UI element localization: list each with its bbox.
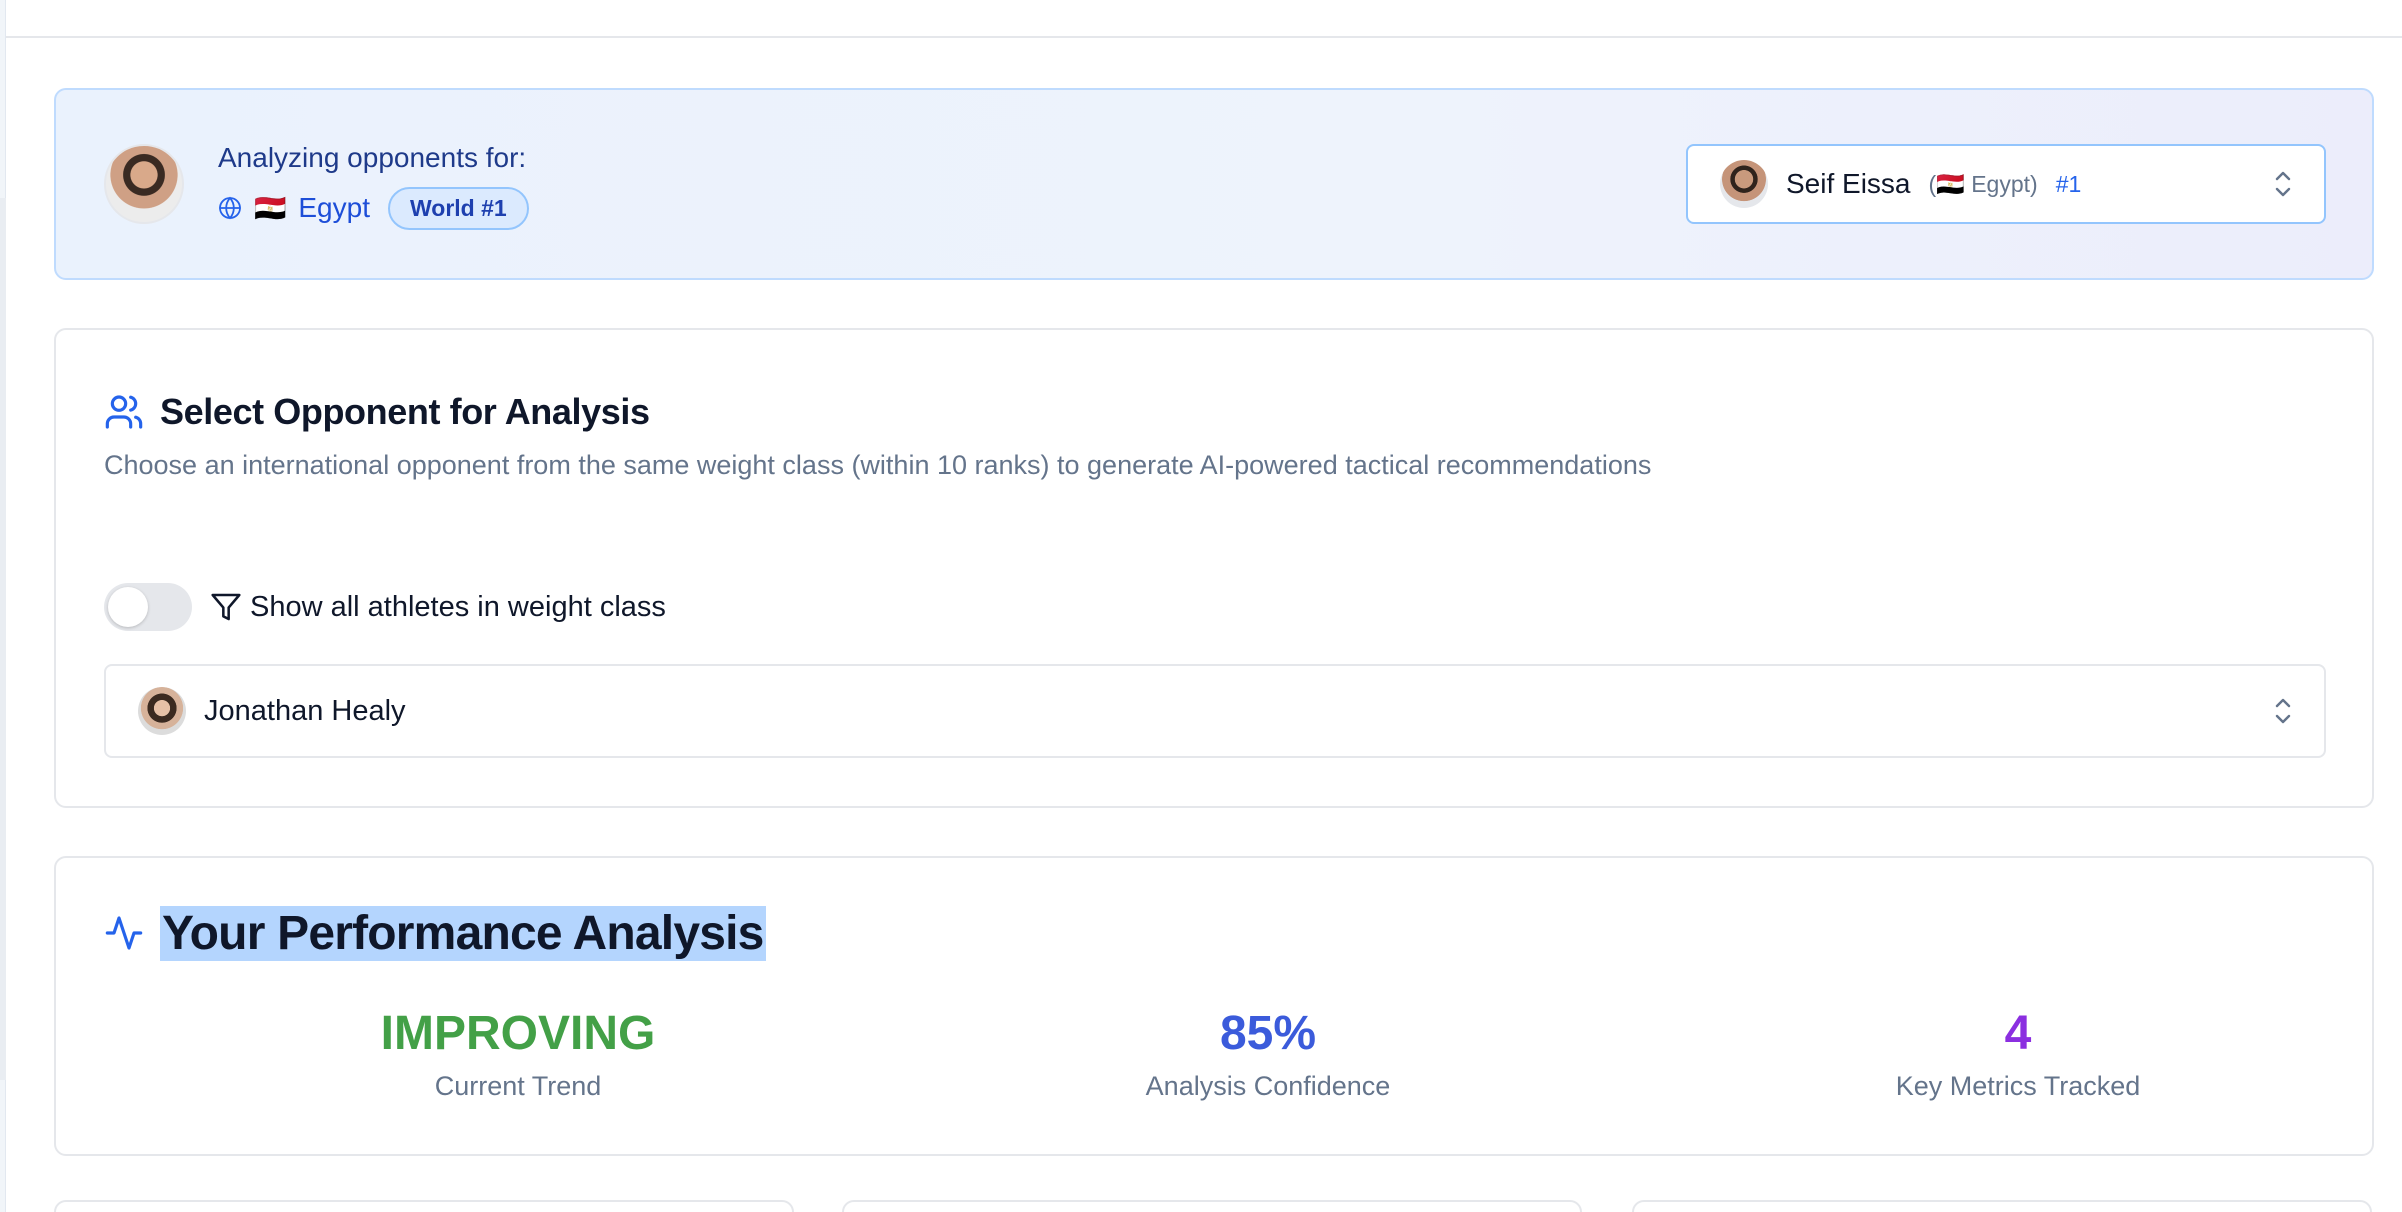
show-all-toggle-row: Show all athletes in weight class <box>104 582 666 632</box>
users-icon <box>105 395 143 429</box>
selected-athlete-rank: #1 <box>2055 170 2082 197</box>
metric-analysis-confidence: 85% Analysis Confidence <box>1018 1007 1518 1102</box>
bottom-card <box>842 1200 1582 1212</box>
performance-heading: Your Performance Analysis <box>104 902 766 964</box>
metric-key-metrics-tracked: 4 Key Metrics Tracked <box>1768 1007 2268 1102</box>
performance-analysis-card: Your Performance Analysis IMPROVING Curr… <box>54 856 2374 1156</box>
world-rank-badge: World #1 <box>387 186 529 230</box>
activity-icon <box>105 916 143 950</box>
metric-label: Key Metrics Tracked <box>1895 1070 2141 1101</box>
metric-value: IMPROVING <box>380 1007 656 1060</box>
analyzing-banner: Analyzing opponents for: 🇪🇬 Egypt World … <box>54 88 2374 280</box>
show-all-toggle[interactable] <box>104 583 192 631</box>
bottom-card <box>1632 1200 2372 1212</box>
left-edge-shade <box>0 198 6 1080</box>
top-bar <box>6 0 2402 38</box>
select-opponent-heading: Select Opponent for Analysis <box>104 386 650 438</box>
chevrons-up-down-icon <box>2275 171 2291 197</box>
metric-label: Analysis Confidence <box>1145 1070 1391 1101</box>
opponent-selector[interactable]: Jonathan Healy <box>104 664 2326 758</box>
metric-value: 85% <box>1219 1007 1317 1060</box>
athlete-avatar <box>104 144 184 224</box>
selected-athlete-name: Seif Eissa <box>1786 168 1911 199</box>
show-all-label[interactable]: Show all athletes in weight class <box>250 591 666 624</box>
chevrons-up-down-icon <box>2275 698 2291 724</box>
metric-label: Current Trend <box>434 1070 602 1101</box>
select-opponent-title: Select Opponent for Analysis <box>160 391 650 432</box>
select-opponent-description: Choose an international opponent from th… <box>104 450 1652 480</box>
banner-label: Analyzing opponents for: <box>218 142 527 173</box>
selected-athlete-country: (🇪🇬 Egypt) <box>1928 170 2038 197</box>
globe-icon <box>219 196 241 220</box>
selected-athlete-avatar <box>1720 160 1768 208</box>
athlete-country: Egypt <box>298 192 370 223</box>
selected-opponent-name: Jonathan Healy <box>204 694 406 727</box>
performance-title: Your Performance Analysis <box>160 905 766 961</box>
egypt-flag-icon: 🇪🇬 <box>254 193 287 223</box>
opponent-avatar <box>138 687 186 735</box>
metric-current-trend: IMPROVING Current Trend <box>268 1007 768 1102</box>
select-opponent-card: Select Opponent for Analysis Choose an i… <box>54 328 2374 808</box>
athlete-selector[interactable]: Seif Eissa (🇪🇬 Egypt) #1 <box>1686 144 2326 224</box>
page: Analyzing opponents for: 🇪🇬 Egypt World … <box>0 0 2402 1212</box>
toggle-knob <box>108 587 148 627</box>
metric-value: 4 <box>2004 1007 2032 1060</box>
filter-icon <box>211 593 241 621</box>
banner-meta: 🇪🇬 Egypt World #1 <box>218 186 529 230</box>
bottom-card <box>54 1200 794 1212</box>
